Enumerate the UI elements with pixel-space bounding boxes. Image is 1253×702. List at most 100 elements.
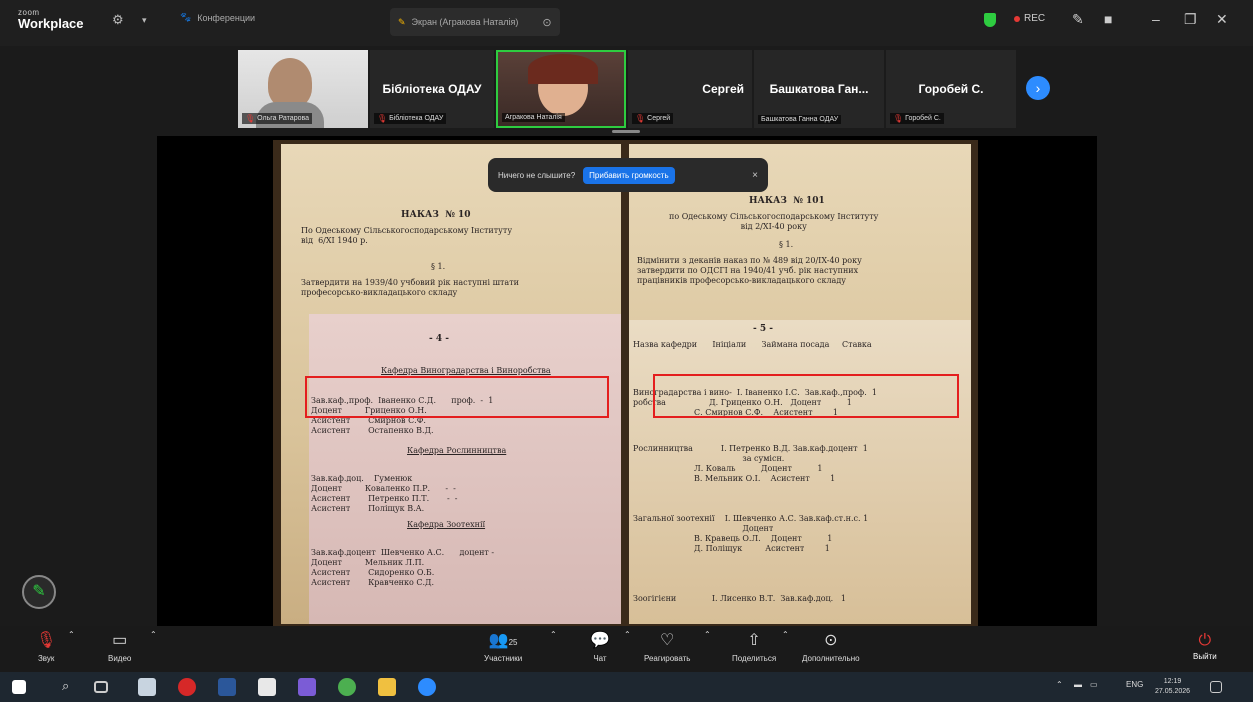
participant-name: Сергей (647, 115, 671, 122)
chat-icon: 💬 (590, 632, 610, 649)
next-page-button[interactable]: › (1026, 76, 1050, 100)
chat-label: Чат (593, 654, 607, 663)
participant-label: Агракова Наталія (502, 113, 565, 122)
participant-display-name: Сергей (702, 82, 744, 96)
participant-tile[interactable]: 🎙 Ольга Ратарова (238, 50, 368, 128)
participant-tile[interactable]: Сергей 🎙 Сергей (628, 50, 752, 128)
share-label: Поделиться (732, 654, 777, 663)
word-icon[interactable] (218, 678, 236, 696)
participant-name: Горобей С. (905, 115, 941, 122)
participants-icon: 👥25 (488, 632, 518, 649)
left-department-3: Кафедра Зоотехнії (407, 520, 486, 529)
restore-button[interactable]: ❐ (1184, 11, 1197, 28)
title-bar: zoom Workplace ⚙ ▾ 🐾 Конференции ✎ Экран… (0, 0, 1253, 46)
video-button[interactable]: ▭ Видео (108, 630, 131, 663)
clock-date: 27.05.2026 (1155, 688, 1191, 695)
battery-icon[interactable]: ▭ (1090, 680, 1098, 689)
tab-screen-share-label: Экран (Агракова Наталія) (411, 17, 519, 27)
share-options-caret[interactable]: ⌃ (782, 630, 789, 639)
taskbar-app-icon[interactable] (138, 678, 156, 696)
gear-icon[interactable]: ⚙ (112, 12, 124, 28)
audio-options-caret[interactable]: ⌃ (68, 630, 75, 639)
windows-start-icon[interactable] (12, 680, 26, 694)
left-page-subtitle: По Одеському Сільськогосподарському Інст… (301, 226, 513, 245)
participant-display-name: Башкатова Ган... (769, 82, 869, 96)
chevron-down-icon[interactable]: ▾ (142, 15, 147, 26)
participant-tile[interactable]: Горобей С. 🎙 Горобей С. (886, 50, 1016, 128)
rec-label: REC (1024, 13, 1046, 24)
right-page-section: § 1. (779, 240, 794, 249)
participant-label: 🎙 Бібліотека ОДАУ (374, 113, 447, 124)
participant-tile-active-speaker[interactable]: Агракова Наталія (496, 50, 626, 128)
participant-tile[interactable]: Бібліотека ОДАУ 🎙 Бібліотека ОДАУ (370, 50, 494, 128)
file-explorer-icon[interactable] (378, 678, 396, 696)
more-options-icon[interactable]: ⊙ (542, 16, 551, 29)
more-button[interactable]: ⊙ Дополнительно (802, 630, 860, 663)
paw-icon: 🐾 (180, 12, 192, 22)
highlight-box-right (653, 374, 959, 418)
mic-muted-icon: 🎙 (245, 114, 256, 123)
react-label: Реагировать (644, 654, 691, 663)
audio-button[interactable]: 🎙 Звук (36, 630, 56, 663)
participant-hair (528, 54, 598, 84)
network-icon[interactable]: ▬ (1074, 680, 1082, 689)
mic-muted-icon: 🎙 (36, 632, 57, 649)
left-page-number: - 4 - (429, 334, 449, 344)
recording-indicator[interactable]: REC (1014, 13, 1045, 24)
left-department-1: Кафедра Виноградарства і Виноробства (381, 366, 551, 375)
viber-icon[interactable] (298, 678, 316, 696)
view-icon[interactable]: ■ (1104, 11, 1112, 27)
video-options-caret[interactable]: ⌃ (150, 630, 157, 639)
participant-label: 🎙 Сергей (632, 113, 674, 124)
participant-name: Бібліотека ОДАУ (389, 115, 444, 122)
participant-display-name: Горобей С. (918, 82, 984, 96)
left-page-section: § 1. (431, 262, 446, 271)
highlight-box-left (305, 376, 609, 418)
tab-screen-share[interactable]: ✎ Экран (Агракова Наталія) ⊙ (390, 8, 560, 36)
participant-name: Башкатова Ганна ОДАУ (761, 116, 839, 123)
task-view-icon[interactable] (94, 681, 108, 693)
audio-notice-banner: Ничего не слышите? Прибавить громкость × (488, 158, 768, 192)
leave-label: Выйти (1193, 652, 1217, 661)
react-options-caret[interactable]: ⌃ (704, 630, 711, 639)
share-button[interactable]: ⇧ Поделиться (732, 630, 776, 663)
minimize-button[interactable]: – (1152, 11, 1160, 27)
more-icon: ⊙ (824, 632, 838, 649)
annotate-icon[interactable]: ✎ (1072, 11, 1084, 28)
participants-button[interactable]: 👥25 Участники (484, 630, 522, 663)
right-page-subtitle: по Одеському Сільськогосподарському Інст… (669, 212, 879, 231)
leave-button[interactable]: ⏻ Выйти (1193, 630, 1217, 661)
search-icon[interactable]: ⌕ (62, 678, 69, 694)
close-window-button[interactable]: ✕ (1216, 11, 1228, 28)
close-notice-button[interactable]: × (752, 170, 758, 181)
system-clock[interactable]: 12:19 27.05.2026 (1155, 677, 1190, 697)
participant-name: Ольга Ратарова (257, 115, 310, 122)
zoom-taskbar-icon[interactable] (418, 678, 436, 696)
strip-resize-handle[interactable] (612, 130, 640, 133)
left-page-paragraph: Затвердити на 1939/40 учбовий рік наступ… (301, 278, 519, 297)
zoom-window: zoom Workplace ⚙ ▾ 🐾 Конференции ✎ Экран… (0, 0, 1253, 702)
shared-document-image: НАКАЗ № 10 По Одеському Сільськогосподар… (273, 140, 978, 626)
participants-options-caret[interactable]: ⌃ (550, 630, 557, 639)
participant-display-name: Бібліотека ОДАУ (382, 82, 482, 96)
mic-muted-icon: 🎙 (377, 114, 388, 123)
left-department-2: Кафедра Рослинництва (407, 446, 507, 455)
mic-muted-icon: 🎙 (893, 114, 904, 123)
language-indicator[interactable]: ENG (1126, 680, 1143, 689)
right-page-header: НАКАЗ № 101 (749, 196, 825, 206)
participant-tile[interactable]: Башкатова Ган... Башкатова Ганна ОДАУ (754, 50, 884, 128)
chat-button[interactable]: 💬 Чат (590, 630, 610, 663)
notifications-icon[interactable] (1210, 681, 1222, 693)
zoom-logo: zoom Workplace (18, 9, 84, 31)
chat-options-caret[interactable]: ⌃ (624, 630, 631, 639)
react-button[interactable]: ♡ Реагировать (644, 630, 690, 663)
participant-strip: 🎙 Ольга Ратарова Бібліотека ОДАУ 🎙 Бібліот… (0, 46, 1253, 134)
tray-chevron-icon[interactable]: ⌃ (1056, 680, 1063, 689)
chrome-icon[interactable] (338, 678, 356, 696)
opera-icon[interactable] (178, 678, 196, 696)
tab-meetings[interactable]: 🐾 Конференции (180, 12, 255, 23)
document-icon[interactable] (258, 678, 276, 696)
increase-volume-button[interactable]: Прибавить громкость (583, 166, 675, 184)
security-shield-icon[interactable] (984, 13, 996, 27)
pencil-icon[interactable]: ✎ (22, 575, 56, 609)
